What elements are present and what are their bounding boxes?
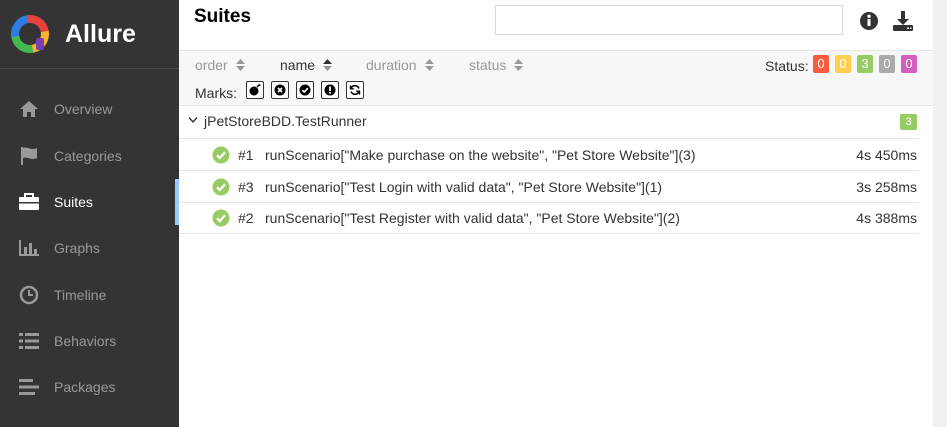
status-unknown-badge[interactable]: 0	[901, 55, 917, 73]
toolbar: order name duration status Status: 0 0 3…	[179, 51, 933, 106]
mark-retries-button[interactable]	[346, 81, 364, 99]
download-icon[interactable]	[892, 10, 914, 32]
times-circle-icon	[274, 84, 286, 96]
test-order: #2	[238, 210, 254, 226]
test-row[interactable]: #2 runScenario["Test Register with valid…	[179, 202, 919, 234]
scrollbar-track[interactable]	[933, 0, 947, 427]
flag-icon	[17, 144, 41, 168]
suite-passed-count-badge: 3	[900, 114, 917, 130]
mark-new-passed-button[interactable]	[296, 81, 314, 99]
page-title: Suites	[194, 6, 252, 27]
sidebar-item-behaviors[interactable]: Behaviors	[0, 318, 179, 364]
status-passed-badge[interactable]: 3	[857, 55, 873, 73]
sort-by-name[interactable]: name	[280, 57, 333, 73]
main-content: Suites order name duration status Status…	[179, 0, 933, 427]
exclamation-circle-icon	[324, 84, 336, 96]
test-name: runScenario["Make purchase on the websit…	[265, 147, 696, 163]
sidebar-item-label: Overview	[54, 101, 113, 117]
test-duration: 3s 258ms	[856, 179, 917, 195]
check-circle-icon	[299, 84, 311, 96]
refresh-icon	[349, 84, 361, 96]
sidebar-item-label: Graphs	[54, 240, 100, 256]
sort-label: name	[280, 57, 316, 73]
sidebar-item-timeline[interactable]: Timeline	[0, 272, 179, 318]
status-failed-badge[interactable]: 0	[813, 55, 829, 73]
sidebar-item-label: Suites	[54, 194, 93, 210]
sort-by-duration[interactable]: duration	[366, 57, 434, 73]
sidebar-item-label: Packages	[54, 379, 116, 395]
info-icon[interactable]	[859, 11, 879, 31]
status-broken-badge[interactable]: 0	[835, 55, 851, 73]
app-name: Allure	[65, 19, 136, 48]
list-icon	[17, 329, 41, 353]
status-filter-label: Status:	[765, 58, 809, 74]
mark-new-broken-button[interactable]	[321, 81, 339, 99]
test-name: runScenario["Test Login with valid data"…	[265, 179, 663, 195]
suite-group-row[interactable]: jPetStoreBDD.TestRunner 3	[179, 106, 919, 139]
test-duration: 4s 450ms	[856, 147, 917, 163]
sort-by-order[interactable]: order	[195, 57, 245, 73]
test-duration: 4s 388ms	[856, 210, 917, 226]
sidebar-item-overview[interactable]: Overview	[0, 86, 179, 132]
sidebar-item-label: Categories	[54, 148, 122, 164]
sidebar-item-label: Behaviors	[54, 333, 117, 349]
page-header: Suites	[179, 0, 933, 51]
test-order: #1	[238, 147, 254, 163]
allure-logo-icon	[11, 15, 49, 53]
sort-asc-icon	[323, 59, 333, 71]
brand[interactable]: Allure	[0, 0, 179, 69]
sort-by-status[interactable]: status	[469, 57, 524, 73]
sort-icon	[424, 59, 434, 71]
suite-name: jPetStoreBDD.TestRunner	[204, 113, 367, 129]
sidebar: Allure Overview Categories Suites Graphs…	[0, 0, 179, 427]
test-order: #3	[238, 179, 254, 195]
test-row[interactable]: #1 runScenario["Make purchase on the web…	[179, 139, 919, 171]
sidebar-item-categories[interactable]: Categories	[0, 133, 179, 179]
passed-check-icon	[212, 146, 230, 164]
briefcase-icon	[17, 190, 41, 214]
mark-flaky-button[interactable]	[246, 81, 264, 99]
search-input[interactable]	[495, 5, 843, 35]
mark-new-failed-button[interactable]	[271, 81, 289, 99]
sidebar-item-graphs[interactable]: Graphs	[0, 225, 179, 271]
bar-chart-icon	[17, 236, 41, 260]
passed-check-icon	[212, 178, 230, 196]
sidebar-item-packages[interactable]: Packages	[0, 364, 179, 410]
sidebar-item-suites[interactable]: Suites	[0, 179, 179, 225]
sort-label: duration	[366, 57, 417, 73]
chevron-down-icon	[188, 117, 198, 124]
sort-icon	[514, 59, 524, 71]
test-name: runScenario["Test Register with valid da…	[265, 210, 680, 226]
sort-label: order	[195, 57, 228, 73]
status-skipped-badge[interactable]: 0	[879, 55, 895, 73]
sidebar-item-label: Timeline	[54, 287, 107, 303]
home-icon	[17, 97, 41, 121]
marks-filter-label: Marks:	[195, 85, 237, 101]
passed-check-icon	[212, 209, 230, 227]
bomb-icon	[249, 84, 261, 96]
sort-label: status	[469, 57, 507, 73]
test-row[interactable]: #3 runScenario["Test Login with valid da…	[179, 171, 919, 203]
align-left-icon	[17, 375, 41, 399]
sort-icon	[235, 59, 245, 71]
clock-icon	[17, 283, 41, 307]
